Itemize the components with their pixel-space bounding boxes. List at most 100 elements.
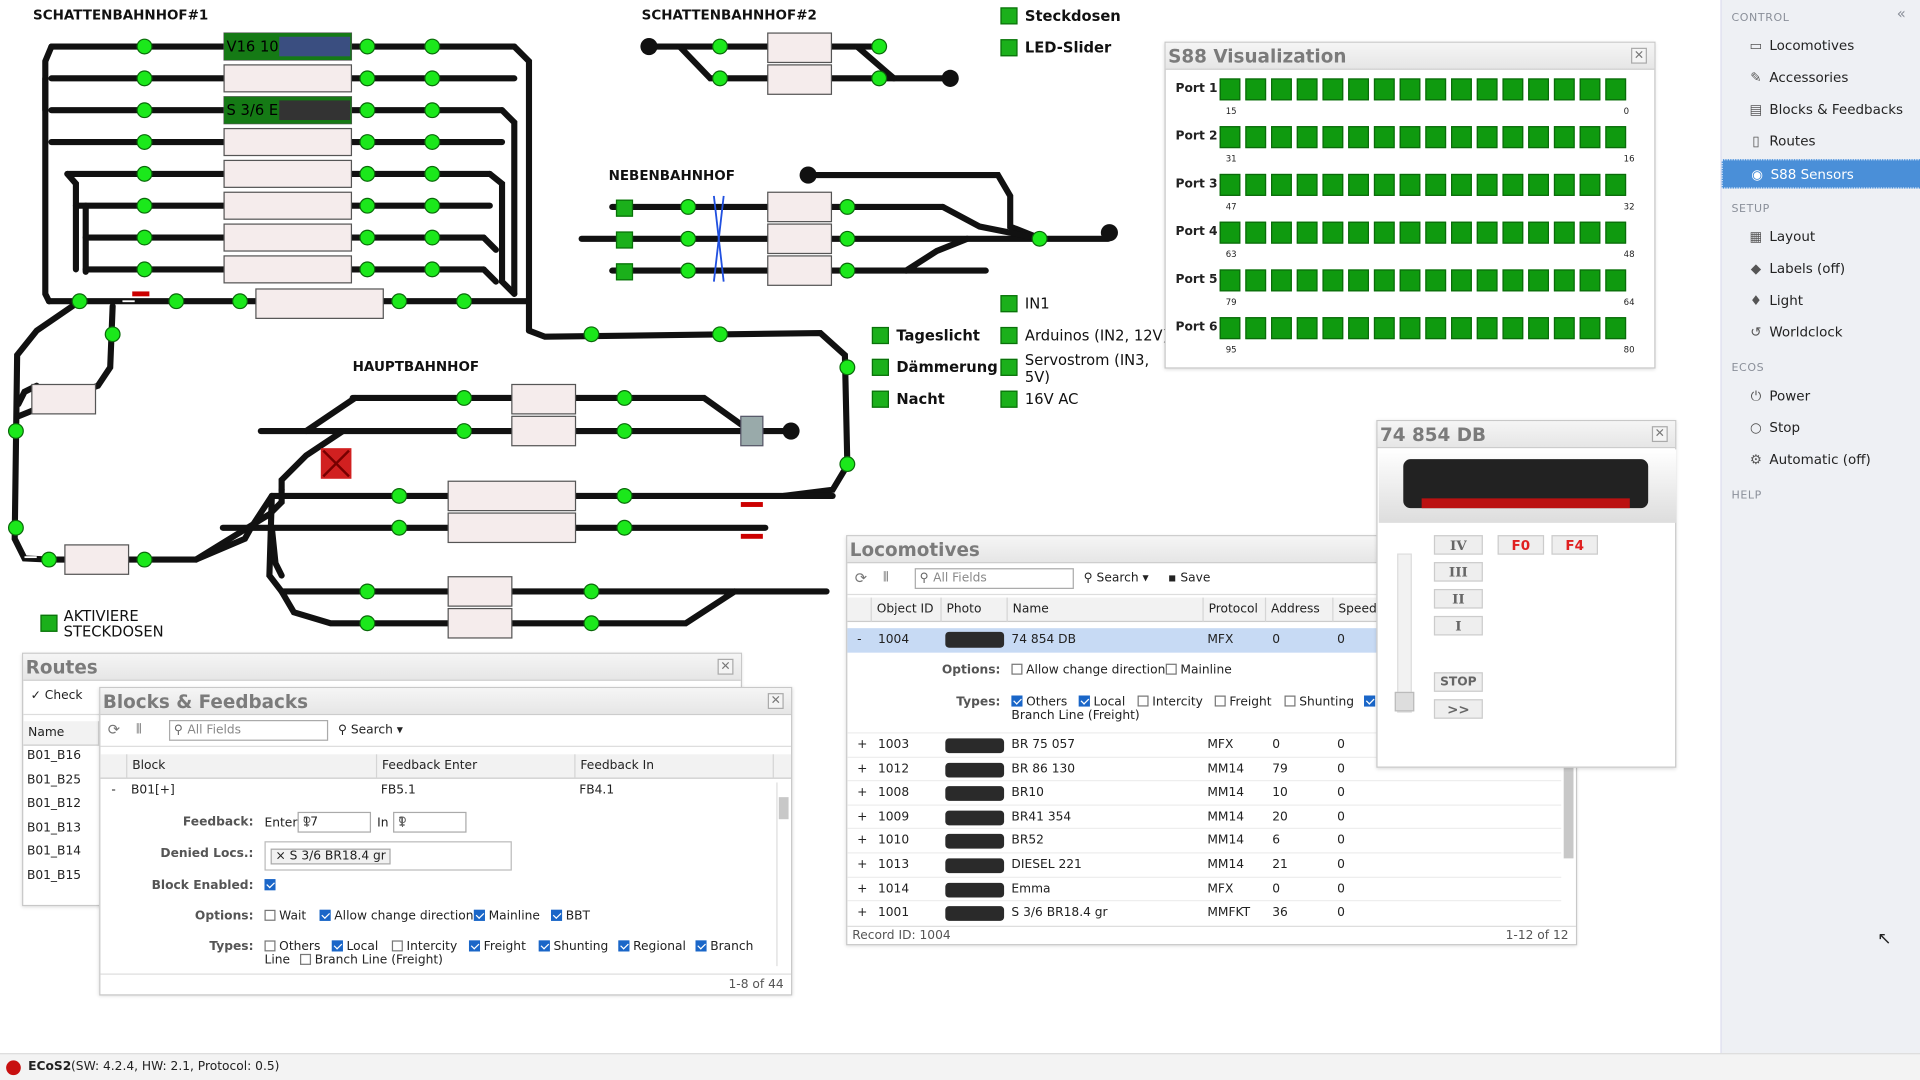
s88-sensor[interactable] xyxy=(1348,173,1369,196)
s88-sensor[interactable] xyxy=(1528,78,1549,101)
row-toggle[interactable]: + xyxy=(857,858,867,871)
col-name[interactable]: Name xyxy=(23,721,100,746)
table-row[interactable]: - B01[+] FB5.1 FB4.1 xyxy=(100,780,773,802)
s88-sensor[interactable] xyxy=(1271,173,1292,196)
s88-sensor[interactable] xyxy=(1502,269,1524,292)
s88-sensor[interactable] xyxy=(1528,317,1549,340)
s88-sensor[interactable] xyxy=(1245,317,1267,340)
s88-sensor[interactable] xyxy=(1425,221,1447,244)
col-speed[interactable]: Speed xyxy=(1333,597,1379,623)
s88-sensor[interactable] xyxy=(1579,269,1601,292)
close-icon[interactable]: ✕ xyxy=(1631,47,1647,64)
s88-sensor[interactable] xyxy=(1219,269,1241,292)
route-row[interactable]: B01_B12 xyxy=(27,797,81,810)
s88-sensor[interactable] xyxy=(1296,221,1318,244)
row-toggle[interactable]: + xyxy=(857,906,867,919)
s88-sensor[interactable] xyxy=(1296,126,1318,149)
s88-sensor[interactable] xyxy=(1296,78,1318,101)
s88-sensor[interactable] xyxy=(1502,317,1524,340)
s88-sensor[interactable] xyxy=(1296,173,1318,196)
switch-tageslicht[interactable] xyxy=(871,326,889,345)
s88-sensor[interactable] xyxy=(1322,269,1344,292)
s88-sensor[interactable] xyxy=(1476,269,1498,292)
s88-sensor[interactable] xyxy=(1348,317,1369,340)
opt-allow-change[interactable]: Allow change direction xyxy=(319,909,473,923)
in-field[interactable]: 1 xyxy=(393,811,467,833)
s88-sensor[interactable] xyxy=(1476,126,1498,149)
denied-tag[interactable]: × S 3/6 BR18.4 gr xyxy=(270,848,391,865)
s88-sensor[interactable] xyxy=(1425,78,1447,101)
s88-sensor[interactable] xyxy=(1373,126,1395,149)
switch-neben-2[interactable] xyxy=(615,231,634,249)
opt-wait[interactable]: Wait xyxy=(264,909,306,923)
s88-sensor[interactable] xyxy=(1502,78,1524,101)
s88-sensor[interactable] xyxy=(1451,126,1472,149)
row-toggle[interactable]: + xyxy=(857,786,867,799)
table-row[interactable]: +1014 Emma MFX 0 0 xyxy=(847,876,1562,899)
s88-sensor[interactable] xyxy=(1322,221,1344,244)
s88-sensor[interactable] xyxy=(1476,317,1498,340)
sidebar-item-routes[interactable]: ▯ Routes xyxy=(1722,127,1920,156)
denied-locs-field[interactable]: × S 3/6 BR18.4 gr xyxy=(264,841,512,871)
col-feedback-in[interactable]: Feedback In xyxy=(576,754,774,779)
scrollbar[interactable] xyxy=(1563,762,1574,859)
s88-sensor[interactable] xyxy=(1425,126,1447,149)
table-row[interactable]: +1008 BR10 MM14 10 0 xyxy=(847,780,1562,803)
s88-sensor[interactable] xyxy=(1348,269,1369,292)
s88-sensor[interactable] xyxy=(1579,126,1601,149)
s88-sensor[interactable] xyxy=(1451,173,1472,196)
check-button[interactable]: ✓ Check xyxy=(31,689,83,702)
s88-sensor[interactable] xyxy=(1605,126,1627,149)
col-object-id[interactable]: Object ID xyxy=(872,597,942,623)
s88-sensor[interactable] xyxy=(1245,221,1267,244)
s88-sensor[interactable] xyxy=(1528,269,1549,292)
close-icon[interactable]: ✕ xyxy=(767,693,784,709)
route-row[interactable]: B01_B14 xyxy=(27,845,81,858)
status-indicator-icon[interactable] xyxy=(6,1060,21,1076)
s88-sensor[interactable] xyxy=(1425,269,1447,292)
search-input[interactable]: All Fields xyxy=(914,568,1074,589)
s88-sensor[interactable] xyxy=(1296,269,1318,292)
collapse-icon[interactable]: « xyxy=(1897,5,1906,22)
refresh-icon[interactable]: ⟳ xyxy=(108,721,120,738)
columns-icon[interactable]: ⦀ xyxy=(883,569,889,586)
gear-ii-button[interactable]: II xyxy=(1433,588,1483,609)
switch-16v-ac[interactable] xyxy=(1000,390,1018,408)
s88-sensor[interactable] xyxy=(1373,78,1395,101)
col-protocol[interactable]: Protocol xyxy=(1204,597,1267,623)
s88-sensor[interactable] xyxy=(1399,269,1421,292)
s88-sensor[interactable] xyxy=(1219,221,1241,244)
sidebar-item-blocks-feedbacks[interactable]: ▤ Blocks & Feedbacks xyxy=(1722,96,1920,125)
switch-nacht[interactable] xyxy=(871,390,889,408)
table-row[interactable]: +1010 BR52 MM14 6 0 xyxy=(847,828,1562,851)
speed-slider-handle[interactable] xyxy=(1394,691,1415,712)
table-row[interactable]: +1013 DIESEL 221 MM14 21 0 xyxy=(847,852,1562,875)
s88-sensor[interactable] xyxy=(1553,317,1575,340)
s88-sensor[interactable] xyxy=(1219,78,1241,101)
s88-sensor[interactable] xyxy=(1399,126,1421,149)
type-local[interactable]: Local xyxy=(331,940,378,954)
s88-sensor[interactable] xyxy=(1528,221,1549,244)
gear-iii-button[interactable]: III xyxy=(1433,562,1483,582)
s88-sensor[interactable] xyxy=(1502,173,1524,196)
route-row[interactable]: B01_B16 xyxy=(27,749,81,762)
gear-iv-button[interactable]: IV xyxy=(1433,535,1483,555)
loco-control-title[interactable]: 74 854 DB xyxy=(1377,421,1676,449)
s88-sensor[interactable] xyxy=(1373,317,1395,340)
s88-sensor[interactable] xyxy=(1605,173,1627,196)
sidebar-item-stop[interactable]: ○ Stop xyxy=(1722,414,1920,443)
s88-sensor[interactable] xyxy=(1451,317,1472,340)
section-help[interactable]: HELP xyxy=(1731,490,1761,502)
sidebar-item-accessories[interactable]: ✎ Accessories xyxy=(1722,64,1920,93)
row-toggle[interactable]: + xyxy=(857,882,867,895)
s88-sensor[interactable] xyxy=(1245,78,1267,101)
sidebar-item-s88-sensors[interactable]: ◉ S88 Sensors xyxy=(1721,159,1920,189)
routes-title[interactable]: Routes xyxy=(23,653,741,681)
row-toggle[interactable]: - xyxy=(111,784,115,797)
s88-sensor[interactable] xyxy=(1271,78,1292,101)
f4-button[interactable]: F4 xyxy=(1551,535,1598,555)
s88-sensor[interactable] xyxy=(1502,221,1524,244)
sidebar-item-labels-off[interactable]: ◆ Labels (off) xyxy=(1722,255,1920,284)
switch-daemmerung[interactable] xyxy=(871,358,889,376)
block-loco-label[interactable]: S 3/6 E xyxy=(227,102,279,119)
